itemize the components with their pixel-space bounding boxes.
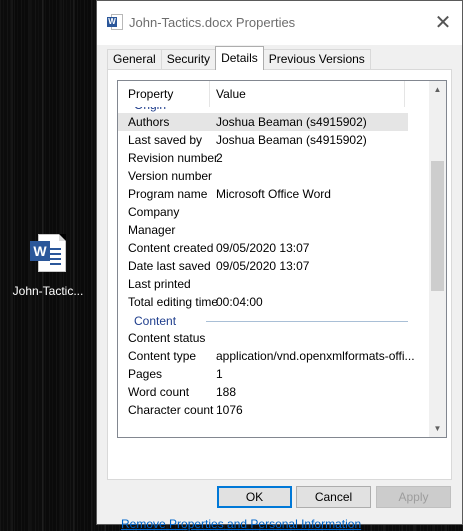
property-name: Character count — [128, 403, 214, 417]
property-row[interactable]: Program name Microsoft Office Word — [118, 185, 424, 203]
group-header-content: Content — [118, 311, 424, 329]
property-value: 1 — [216, 367, 223, 381]
property-name: Program name — [128, 187, 208, 201]
property-row[interactable]: Content status — [118, 329, 424, 347]
property-value: 09/05/2020 13:07 — [216, 259, 310, 273]
property-row[interactable]: Word count 188 — [118, 383, 424, 401]
desktop-file-label: John-Tactic... — [12, 284, 84, 298]
property-row[interactable]: Total editing time 00:04:00 — [118, 293, 424, 311]
scroll-down-arrow-icon[interactable]: ▼ — [429, 420, 446, 437]
word-document-icon: W — [107, 14, 123, 30]
property-value: 09/05/2020 13:07 — [216, 241, 310, 255]
property-value: 1076 — [216, 403, 243, 417]
property-value: Microsoft Office Word — [216, 187, 331, 201]
property-row[interactable]: Date last saved 09/05/2020 13:07 — [118, 257, 424, 275]
property-row[interactable]: Last saved by Joshua Beaman (s4915902) — [118, 131, 424, 149]
list-header: Property Value — [118, 81, 424, 107]
property-value: 00:04:00 — [216, 295, 263, 309]
tab-security[interactable]: Security — [160, 49, 217, 70]
property-row[interactable]: Revision number 2 — [118, 149, 424, 167]
tab-previous-versions[interactable]: Previous Versions — [262, 49, 371, 70]
property-row[interactable]: Manager — [118, 221, 424, 239]
property-row[interactable]: Version number — [118, 167, 424, 185]
apply-button[interactable]: Apply — [376, 486, 451, 508]
property-name: Last printed — [128, 277, 191, 291]
property-row[interactable]: Authors Joshua Beaman (s4915902) — [118, 113, 408, 131]
property-name: Content type — [128, 349, 197, 363]
property-value: application/vnd.openxmlformats-offi... — [216, 349, 415, 363]
property-name: Last saved by — [128, 133, 203, 147]
property-row[interactable]: Company — [118, 203, 424, 221]
property-name: Company — [128, 205, 180, 219]
remove-properties-link[interactable]: Remove Properties and Personal Informati… — [121, 517, 361, 531]
property-value: 2 — [216, 151, 223, 165]
property-row[interactable]: Content type application/vnd.openxmlforma… — [118, 347, 424, 365]
cancel-button[interactable]: Cancel — [296, 486, 371, 508]
property-row[interactable]: Pages 1 — [118, 365, 424, 383]
property-name: Manager — [128, 223, 176, 237]
column-header-property[interactable]: Property — [128, 87, 173, 101]
property-row[interactable]: Character count 1076 — [118, 401, 424, 419]
vertical-scrollbar[interactable]: ▲ ▼ — [429, 81, 446, 437]
window-title: John-Tactics.docx Properties — [129, 15, 296, 30]
group-label: Content — [134, 314, 177, 328]
property-name: Revision number — [128, 151, 219, 165]
property-row[interactable]: Last printed — [118, 275, 424, 293]
tab-details[interactable]: Details — [215, 46, 264, 70]
tab-general[interactable]: General — [107, 49, 162, 70]
details-panel: Property Value Origin Authors Joshua Beama… — [107, 69, 452, 531]
close-button[interactable]: ✕ — [428, 9, 458, 37]
tab-strip: General Security Details Previous Versio… — [107, 46, 371, 70]
list-rows: OriginAuthorsJoshua Beaman (s4915902)Las… — [118, 107, 424, 437]
desktop-file-icon[interactable]: W John-Tactic... — [8, 232, 88, 298]
property-name: Content status — [128, 331, 206, 345]
property-name: Version number — [128, 169, 213, 183]
column-header-value[interactable]: Value — [216, 87, 246, 101]
ok-button[interactable]: OK — [217, 486, 292, 508]
property-name: Word count — [128, 385, 190, 399]
property-value: Joshua Beaman (s4915902) — [216, 133, 367, 147]
scroll-thumb[interactable] — [431, 161, 444, 291]
scroll-up-arrow-icon[interactable]: ▲ — [429, 81, 446, 98]
property-row[interactable]: Content created 09/05/2020 13:07 — [118, 239, 424, 257]
word-document-icon: W — [30, 232, 66, 276]
property-list[interactable]: Property Value Origin Authors Joshua Beama… — [117, 80, 447, 438]
property-name: Date last saved — [128, 259, 211, 273]
property-value: 188 — [216, 385, 237, 399]
property-name: Authors — [128, 115, 170, 129]
properties-dialog: W John-Tactics.docx Properties ✕ General… — [96, 0, 463, 531]
property-name: Total editing time — [128, 295, 219, 309]
property-name: Pages — [128, 367, 163, 381]
property-name: Content created — [128, 241, 214, 255]
group-label: Origin — [134, 107, 166, 112]
property-value: Joshua Beaman (s4915902) — [216, 115, 367, 129]
title-bar[interactable]: W John-Tactics.docx Properties ✕ — [97, 1, 462, 45]
